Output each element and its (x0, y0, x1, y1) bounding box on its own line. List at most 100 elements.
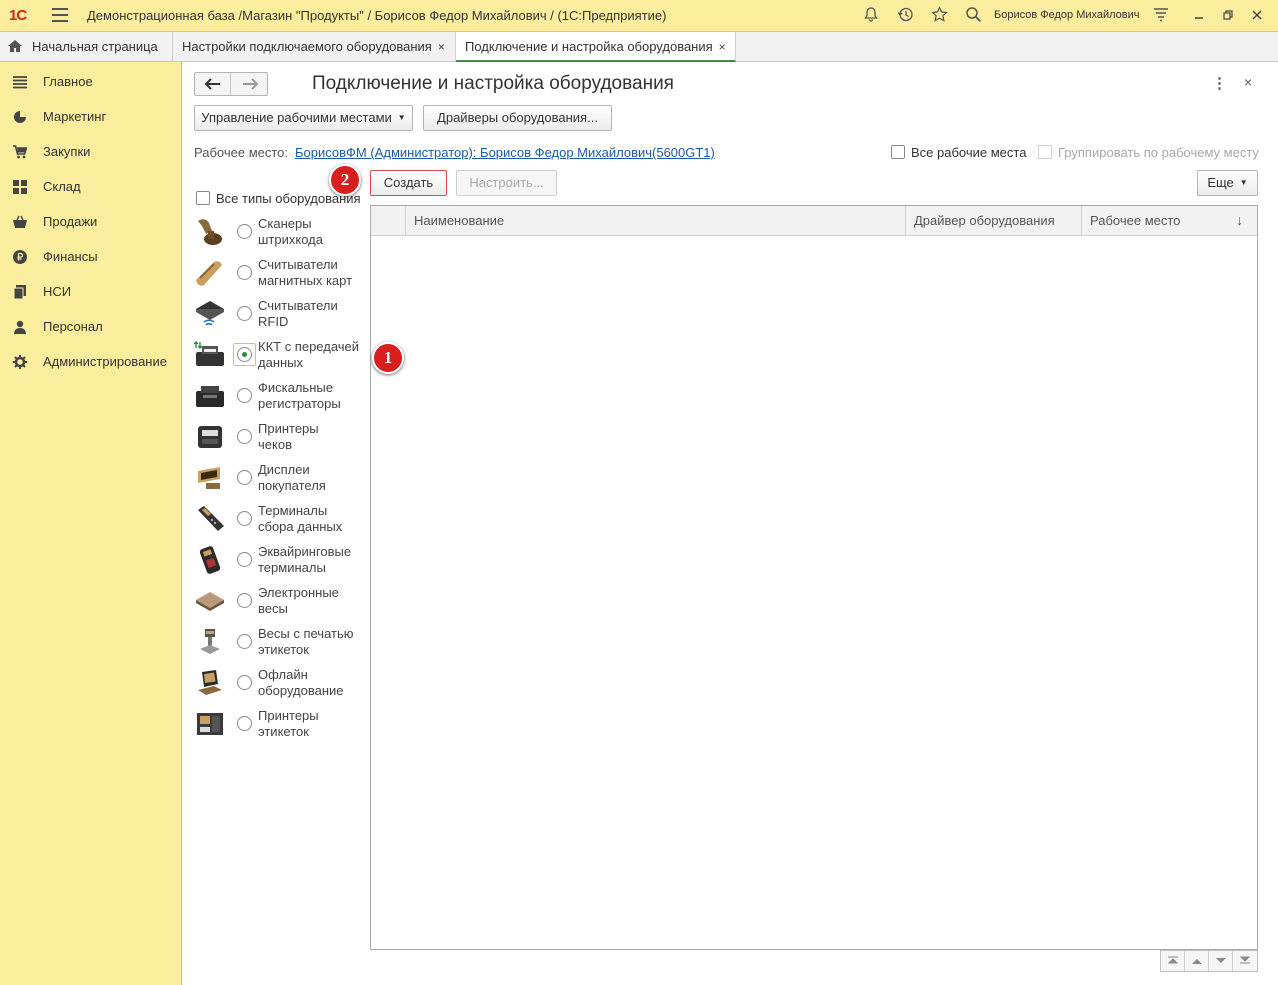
acquiring-terminal-icon (199, 546, 221, 574)
group-by-workplace-checkbox[interactable] (1038, 145, 1052, 159)
drivers-button[interactable]: Драйверы оборудования... (423, 105, 612, 131)
equipment-radio[interactable] (237, 511, 252, 526)
equipment-radio[interactable] (237, 634, 252, 649)
main-menu-icon[interactable] (52, 8, 68, 22)
scroll-to-bottom-icon[interactable] (1233, 951, 1257, 971)
sidebar-item-marketing[interactable]: Маркетинг (0, 99, 181, 134)
scroll-up-icon[interactable] (1185, 951, 1209, 971)
equipment-type-acquiring-terminals[interactable]: Эквайринговые терминалы (194, 543, 374, 584)
sidebar-item-label: Финансы (43, 249, 98, 264)
equipment-type-electronic-scales[interactable]: Электронные весы (194, 584, 374, 625)
equipment-type-kkt-data-transfer[interactable]: ККТ с передачей данных (194, 338, 374, 379)
data-terminal-icon (198, 506, 224, 531)
tab-label: Начальная страница (32, 39, 158, 54)
tabs-bar: Начальная страница Настройки подключаемо… (0, 32, 1278, 62)
all-types-checkbox[interactable] (196, 191, 210, 205)
callout-2: 2 (329, 164, 361, 196)
equipment-type-fiscal-registrars[interactable]: Фискальные регистраторы (194, 379, 374, 420)
all-workplaces-label: Все рабочие места (911, 145, 1027, 160)
history-icon[interactable] (895, 6, 915, 26)
sidebar-item-warehouse[interactable]: Склад (0, 169, 181, 204)
equipment-radio[interactable] (237, 265, 252, 280)
scroll-down-icon[interactable] (1209, 951, 1233, 971)
equipment-label: Считыватели RFID (258, 298, 338, 329)
current-user[interactable]: Борисов Федор Михайлович (994, 9, 1140, 21)
tab-equipment-settings[interactable]: Настройки подключаемого оборудования × (173, 32, 456, 62)
sidebar-item-label: Закупки (43, 144, 91, 159)
equipment-radio[interactable] (237, 429, 252, 444)
star-icon[interactable] (929, 6, 949, 26)
back-button[interactable] (195, 73, 231, 95)
minimize-icon[interactable] (1190, 7, 1208, 25)
page-title: Подключение и настройка оборудования (312, 73, 674, 94)
sidebar-item-main[interactable]: Главное (0, 64, 181, 99)
button-label: Настроить... (469, 175, 544, 190)
equipment-type-customer-displays[interactable]: Дисплеи покупателя (194, 461, 374, 502)
equipment-label: ККТ с передачей данных (258, 339, 360, 370)
workplace-link[interactable]: БорисовФМ (Администратор): Борисов Федор… (295, 145, 715, 160)
equipment-radio[interactable] (237, 552, 252, 567)
restore-icon[interactable] (1219, 7, 1237, 25)
equipment-radio[interactable] (237, 716, 252, 731)
equipment-type-label-printers[interactable]: Принтеры этикеток (194, 707, 374, 748)
equipment-label: Терминалы сбора данных (258, 503, 343, 534)
equipment-type-receipt-printers[interactable]: Принтеры чеков (194, 420, 374, 461)
configure-button[interactable]: Настроить... (456, 170, 557, 196)
more-button[interactable]: Еще ▼ (1197, 170, 1258, 196)
equipment-type-label-scales[interactable]: Весы с печатью этикеток (194, 625, 374, 666)
scroll-to-top-icon[interactable] (1161, 951, 1185, 971)
equipment-radio[interactable] (237, 388, 252, 403)
settings-menu-icon[interactable] (1151, 6, 1171, 26)
grid-icon (13, 180, 27, 194)
search-icon[interactable] (963, 6, 983, 26)
sidebar-item-finance[interactable]: Финансы (0, 239, 181, 274)
sidebar-item-personnel[interactable]: Персонал (0, 309, 181, 344)
cart-icon (13, 145, 27, 159)
sidebar-item-label: Администрирование (43, 354, 167, 369)
equipment-type-magnetic-card-readers[interactable]: Считыватели магнитных карт (194, 256, 374, 297)
column-header-workplace[interactable]: Рабочее место (1081, 206, 1257, 236)
arrow-right-icon (243, 78, 259, 90)
equipment-radio[interactable] (237, 593, 252, 608)
tab-close-icon[interactable]: × (719, 40, 726, 54)
sidebar-item-nsi[interactable]: НСИ (0, 274, 181, 309)
sidebar-item-sales[interactable]: Продажи (0, 204, 181, 239)
sidebar-item-label: Маркетинг (43, 109, 107, 124)
equipment-table[interactable]: Наименование Драйвер оборудования Рабоче… (370, 205, 1258, 950)
equipment-type-barcode-scanners[interactable]: Сканеры штрихкода (194, 215, 374, 256)
tab-close-icon[interactable]: × (438, 40, 445, 54)
equipment-radio-selected[interactable] (237, 347, 252, 362)
create-button[interactable]: Создать (370, 170, 447, 196)
forward-button[interactable] (232, 73, 268, 95)
bell-icon[interactable] (861, 6, 881, 26)
sidebar-item-label: Персонал (43, 319, 103, 334)
equipment-radio[interactable] (237, 470, 252, 485)
sidebar-item-purchases[interactable]: Закупки (0, 134, 181, 169)
book-icon (13, 285, 26, 299)
app-logo[interactable]: 1С (9, 7, 27, 24)
tab-equipment-connection[interactable]: Подключение и настройка оборудования × (456, 32, 736, 62)
equipment-radio[interactable] (237, 224, 252, 239)
equipment-type-rfid-readers[interactable]: Считыватели RFID (194, 297, 374, 338)
equipment-label: Офлайн оборудование (258, 667, 344, 698)
workplaces-button[interactable]: Управление рабочими местами ▼ (194, 105, 413, 131)
more-actions-icon[interactable]: ⋮ (1212, 74, 1227, 92)
equipment-label: Дисплеи покупателя (258, 462, 326, 493)
list-icon (13, 76, 27, 89)
equipment-radio[interactable] (237, 306, 252, 321)
equipment-type-offline-equipment[interactable]: Офлайн оборудование (194, 666, 374, 707)
close-window-icon[interactable] (1248, 7, 1266, 25)
equipment-type-data-collection-terminals[interactable]: Терминалы сбора данных (194, 502, 374, 543)
column-header-name[interactable]: Наименование (405, 206, 905, 236)
button-label: Создать (383, 175, 434, 190)
sort-indicator-icon[interactable]: ↓ (1236, 206, 1243, 236)
button-label: Управление рабочими местами (201, 110, 392, 125)
group-by-workplace-label: Группировать по рабочему месту (1058, 145, 1259, 160)
equipment-radio[interactable] (237, 675, 252, 690)
tab-home[interactable]: Начальная страница (0, 32, 173, 62)
sidebar-item-administration[interactable]: Администрирование (0, 344, 181, 379)
main-content: Подключение и настройка оборудования ⋮ ×… (182, 62, 1278, 985)
all-workplaces-checkbox[interactable] (891, 145, 905, 159)
column-header-driver[interactable]: Драйвер оборудования (905, 206, 1081, 236)
close-form-icon[interactable]: × (1244, 74, 1252, 90)
